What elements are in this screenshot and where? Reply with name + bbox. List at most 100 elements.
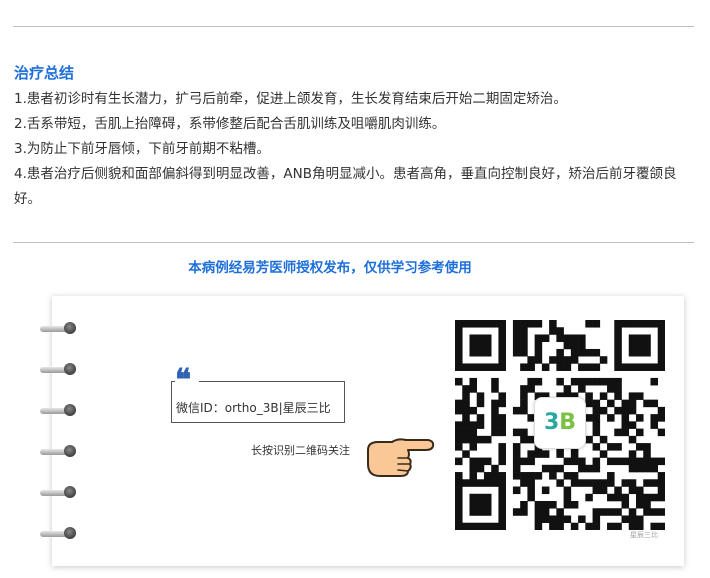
qr-module: [628, 457, 637, 466]
qr-module: [607, 377, 615, 386]
qr-module: [657, 406, 665, 415]
qr-module: [570, 334, 579, 343]
qr-module: [657, 348, 665, 357]
qr-module: [476, 522, 485, 530]
qr-module: [628, 392, 637, 400]
qr-module: [628, 399, 637, 408]
qr-module: [643, 493, 651, 502]
qr-module: [498, 363, 506, 371]
qr-module: [491, 472, 499, 480]
qr-module: [628, 515, 637, 524]
qr-module: [628, 421, 637, 429]
qr-module: [462, 320, 470, 328]
qr-module: [578, 341, 586, 350]
qr-module: [534, 522, 543, 530]
qr-module: [534, 320, 543, 328]
qr-module: [455, 457, 463, 466]
qr-module: [498, 327, 506, 335]
qr-module: [585, 377, 593, 386]
qr-module: [498, 443, 506, 451]
qr-module: [570, 377, 579, 386]
qr-module: [650, 493, 659, 502]
qr-module: [527, 356, 535, 364]
qr-module: [469, 363, 478, 371]
qr-module: [570, 348, 579, 357]
qr-module: [563, 356, 572, 364]
qr-module: [592, 414, 601, 422]
qr-module: [476, 399, 485, 408]
qr-module: [556, 522, 564, 530]
qr-module: [614, 341, 622, 350]
qr-module: [483, 472, 492, 480]
qr-module: [455, 341, 463, 350]
qr-module: [556, 334, 564, 343]
qr-module: [614, 428, 622, 437]
qr-module: [643, 363, 651, 371]
qr-module: [498, 334, 506, 343]
qr-module: [541, 501, 550, 509]
qr-module: [570, 479, 579, 487]
qr-module: [498, 356, 506, 364]
qr-module: [455, 320, 463, 328]
qr-module: [628, 363, 637, 371]
qr-module: [527, 320, 535, 328]
qr-module: [541, 515, 550, 524]
qr-module: [556, 479, 564, 487]
qr-module: [520, 435, 528, 444]
qr-module: [599, 450, 608, 458]
qr-module: [527, 457, 535, 466]
qr-module: [498, 414, 506, 422]
qr-module: [527, 472, 535, 480]
qr-module: [592, 515, 601, 524]
qr-module: [491, 479, 499, 487]
qr-module: [657, 356, 665, 364]
qr-module: [636, 522, 644, 530]
qr-module: [585, 414, 593, 422]
qr-module: [592, 348, 601, 357]
qr-module: [520, 348, 528, 357]
qr-module: [556, 348, 564, 357]
qr-module: [520, 341, 528, 350]
qr-module: [628, 320, 637, 328]
qr-module: [455, 348, 463, 357]
qr-module: [614, 443, 622, 451]
qr-module: [469, 320, 478, 328]
qr-module: [491, 377, 499, 386]
qr-module: [476, 414, 485, 422]
qr-module: [455, 399, 463, 408]
qr-module: [657, 472, 665, 480]
qr-module: [636, 414, 644, 422]
qr-module: [483, 457, 492, 466]
qr-module: [657, 428, 665, 437]
qr-module: [455, 435, 463, 444]
qr-module: [643, 457, 651, 466]
qr-module: [455, 406, 463, 415]
qr-module: [520, 428, 528, 437]
qr-module: [614, 348, 622, 357]
qr-module: [527, 385, 535, 393]
qr-module: [592, 421, 601, 429]
qr-module: [483, 348, 492, 357]
qr-module: [614, 385, 622, 393]
qr-module: [621, 406, 630, 415]
qr-module: [520, 508, 528, 516]
qr-module: [643, 479, 651, 487]
qr-module: [520, 472, 528, 480]
qr-module: [643, 348, 651, 357]
qr-module: [563, 501, 572, 509]
qr-module: [455, 522, 463, 530]
qr-module: [483, 341, 492, 350]
qr-module: [599, 392, 608, 400]
qr-module: [607, 443, 615, 451]
qr-module: [512, 464, 521, 473]
qr-module: [476, 493, 485, 502]
qr-module: [549, 515, 557, 524]
qr-module: [592, 363, 601, 371]
qr-module: [643, 450, 651, 458]
qr-module: [628, 348, 637, 357]
qr-module: [462, 414, 470, 422]
qr-module: [512, 443, 521, 451]
qr-module: [469, 385, 478, 393]
qr-module: [469, 341, 478, 350]
qr-module: [534, 334, 543, 343]
